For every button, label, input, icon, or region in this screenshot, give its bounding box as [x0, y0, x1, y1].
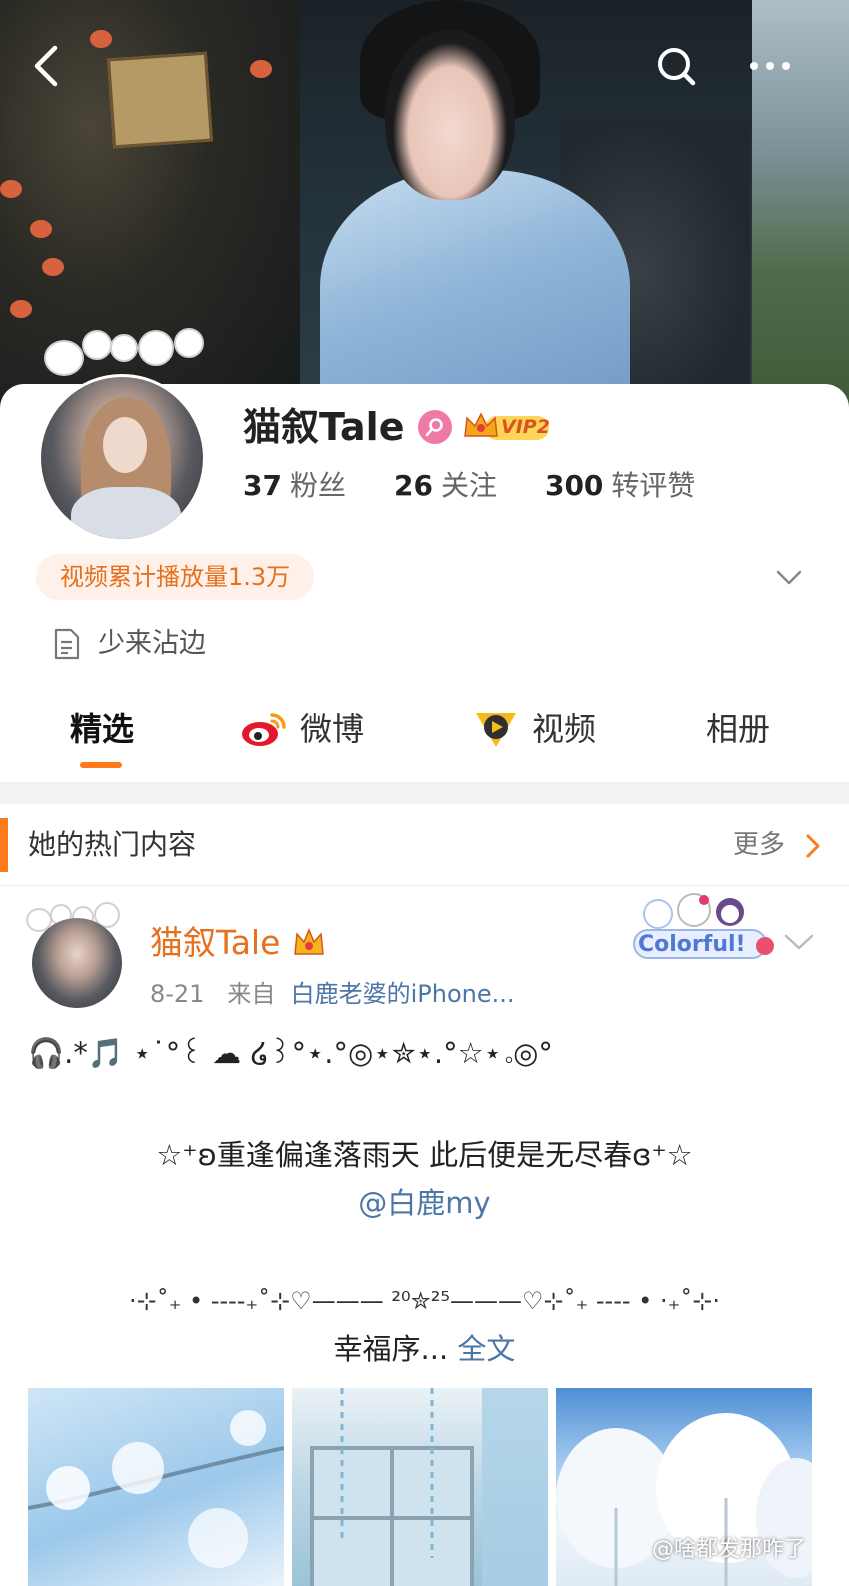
- post-text-line: ·⊹˚₊ • ----₊˚⊹♡——— ²⁰✮²⁵———♡⊹˚₊ ---- • ·…: [129, 1287, 720, 1315]
- followers-stat[interactable]: 37 粉丝: [243, 466, 346, 506]
- divider: [0, 782, 849, 804]
- female-gender-icon: [418, 410, 452, 444]
- crown-icon: [294, 928, 324, 955]
- colorful-badge-text: Colorful!: [638, 932, 746, 957]
- section-title: 她的热门内容: [28, 828, 197, 861]
- vip-label: VIP2: [501, 416, 550, 438]
- hot-content-header: 她的热门内容 更多: [0, 804, 849, 886]
- back-button[interactable]: [18, 38, 74, 94]
- post-text-line: ☆⁺ʚ重逢偏逢落雨天 此后便是无尽春ɞ⁺☆: [156, 1138, 693, 1172]
- chevron-down-icon: [776, 570, 802, 585]
- post-date: 8-21: [150, 980, 205, 1008]
- more-options-button[interactable]: [742, 38, 798, 94]
- profile-stats: 37 粉丝 26 关注 300 转评赞: [243, 466, 695, 506]
- post-mention[interactable]: @白鹿my: [0, 1182, 849, 1224]
- profile-name: 猫叙Tale: [243, 405, 405, 449]
- watermark: @啥都发那咋了: [652, 1537, 807, 1562]
- profile-page: 猫叙Tale VIP2 37 粉丝 26 关注 300 转评赞 视频累计播放量1.3万: [0, 0, 849, 1586]
- profile-bio: 少来沾边: [98, 628, 206, 659]
- engagement-stat[interactable]: 300 转评赞: [545, 466, 695, 506]
- avatar-frame-decoration: [44, 340, 84, 376]
- following-stat[interactable]: 26 关注: [394, 466, 497, 506]
- tab-weibo[interactable]: 微博: [240, 706, 364, 752]
- back-arrow-icon: [34, 45, 58, 87]
- more-link[interactable]: 更多: [733, 822, 785, 868]
- colorful-sticker-badge: Colorful!: [620, 892, 780, 964]
- vip-badge[interactable]: VIP2: [463, 410, 551, 444]
- profile-avatar[interactable]: [34, 320, 214, 542]
- video-badge-icon: [476, 713, 516, 747]
- post-text-line: 幸福序... 全文: [333, 1332, 516, 1366]
- tab-album[interactable]: 相册: [706, 706, 770, 752]
- tab-video[interactable]: 视频: [472, 706, 596, 752]
- post-source[interactable]: 白鹿老婆的iPhone...: [291, 980, 515, 1008]
- post-author-avatar[interactable]: [22, 900, 132, 1010]
- post-image-window[interactable]: [292, 1388, 548, 1586]
- section-accent-bar: [0, 818, 8, 872]
- active-tab-indicator: [80, 762, 122, 768]
- weibo-logo-icon: [242, 713, 286, 746]
- post-text-line: 🎧.*🎵 ⋆˙°꒰ ☁ ໒꒱°⋆.°◎⋆✮⋆.°☆⋆｡◎°: [28, 1036, 553, 1070]
- profile-tabs: 精选 微博 视频 相册: [0, 700, 849, 782]
- video-plays-badge[interactable]: 视频累计播放量1.3万: [36, 554, 315, 600]
- post-meta: 8-21 来自 白鹿老婆的iPhone...: [150, 974, 515, 1014]
- avatar: [32, 918, 122, 1008]
- full-text-link[interactable]: 全文: [457, 1332, 515, 1366]
- avatar: [38, 374, 206, 542]
- expand-profile-button[interactable]: [772, 560, 806, 594]
- document-icon: [54, 628, 80, 660]
- post-image-blossoms[interactable]: [28, 1388, 284, 1586]
- tab-featured[interactable]: 精选: [70, 706, 134, 752]
- search-button[interactable]: [648, 38, 704, 94]
- post-source-prefix: 来自: [227, 980, 276, 1008]
- chevron-down-icon[interactable]: [782, 928, 816, 956]
- more-dots-icon: [750, 62, 790, 70]
- chevron-right-icon[interactable]: [803, 832, 823, 860]
- search-icon: [658, 48, 696, 86]
- post-author-name[interactable]: 猫叙Tale: [150, 920, 280, 966]
